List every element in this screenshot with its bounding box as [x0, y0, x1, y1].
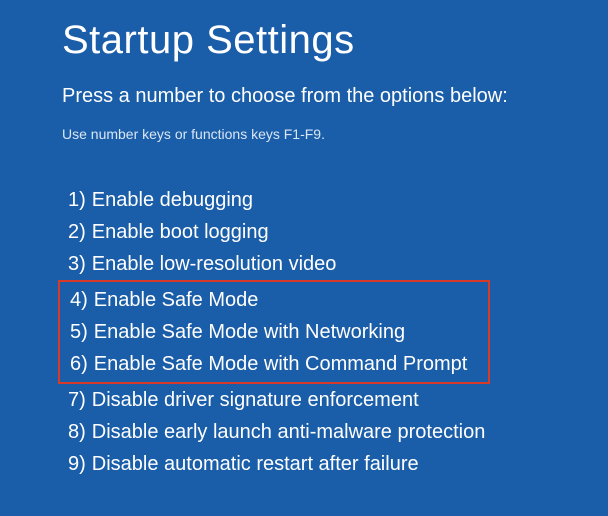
page-title: Startup Settings: [62, 18, 608, 63]
option-enable-boot-logging[interactable]: 2) Enable boot logging: [62, 216, 608, 248]
option-number: 7): [68, 384, 86, 416]
subtitle-text: Press a number to choose from the option…: [62, 85, 608, 108]
option-number: 9): [68, 448, 86, 480]
option-enable-low-res-video[interactable]: 3) Enable low-resolution video: [62, 248, 608, 280]
option-number: 8): [68, 416, 86, 448]
option-number: 3): [68, 248, 86, 280]
option-number: 1): [68, 184, 86, 216]
option-label: Enable Safe Mode with Networking: [94, 316, 405, 348]
option-enable-safe-mode[interactable]: 4) Enable Safe Mode: [62, 284, 486, 316]
option-enable-debugging[interactable]: 1) Enable debugging: [62, 184, 608, 216]
option-label: Enable debugging: [92, 184, 253, 216]
option-label: Disable early launch anti-malware protec…: [92, 416, 486, 448]
option-number: 6): [70, 348, 88, 380]
hint-text: Use number keys or functions keys F1-F9.: [62, 126, 608, 142]
option-number: 5): [70, 316, 88, 348]
options-list: 1) Enable debugging 2) Enable boot loggi…: [62, 184, 608, 480]
startup-settings-screen: Startup Settings Press a number to choos…: [0, 0, 608, 480]
option-label: Enable boot logging: [92, 216, 269, 248]
option-disable-driver-sig[interactable]: 7) Disable driver signature enforcement: [62, 384, 608, 416]
option-disable-anti-malware[interactable]: 8) Disable early launch anti-malware pro…: [62, 416, 608, 448]
option-label: Enable Safe Mode: [94, 284, 259, 316]
option-enable-safe-mode-cmd[interactable]: 6) Enable Safe Mode with Command Prompt: [62, 348, 486, 380]
option-enable-safe-mode-networking[interactable]: 5) Enable Safe Mode with Networking: [62, 316, 486, 348]
option-label: Enable low-resolution video: [92, 248, 337, 280]
option-label: Disable driver signature enforcement: [92, 384, 419, 416]
highlight-safe-mode-options: 4) Enable Safe Mode 5) Enable Safe Mode …: [58, 280, 490, 384]
option-disable-auto-restart[interactable]: 9) Disable automatic restart after failu…: [62, 448, 608, 480]
option-label: Enable Safe Mode with Command Prompt: [94, 348, 468, 380]
option-number: 4): [70, 284, 88, 316]
option-number: 2): [68, 216, 86, 248]
option-label: Disable automatic restart after failure: [92, 448, 419, 480]
